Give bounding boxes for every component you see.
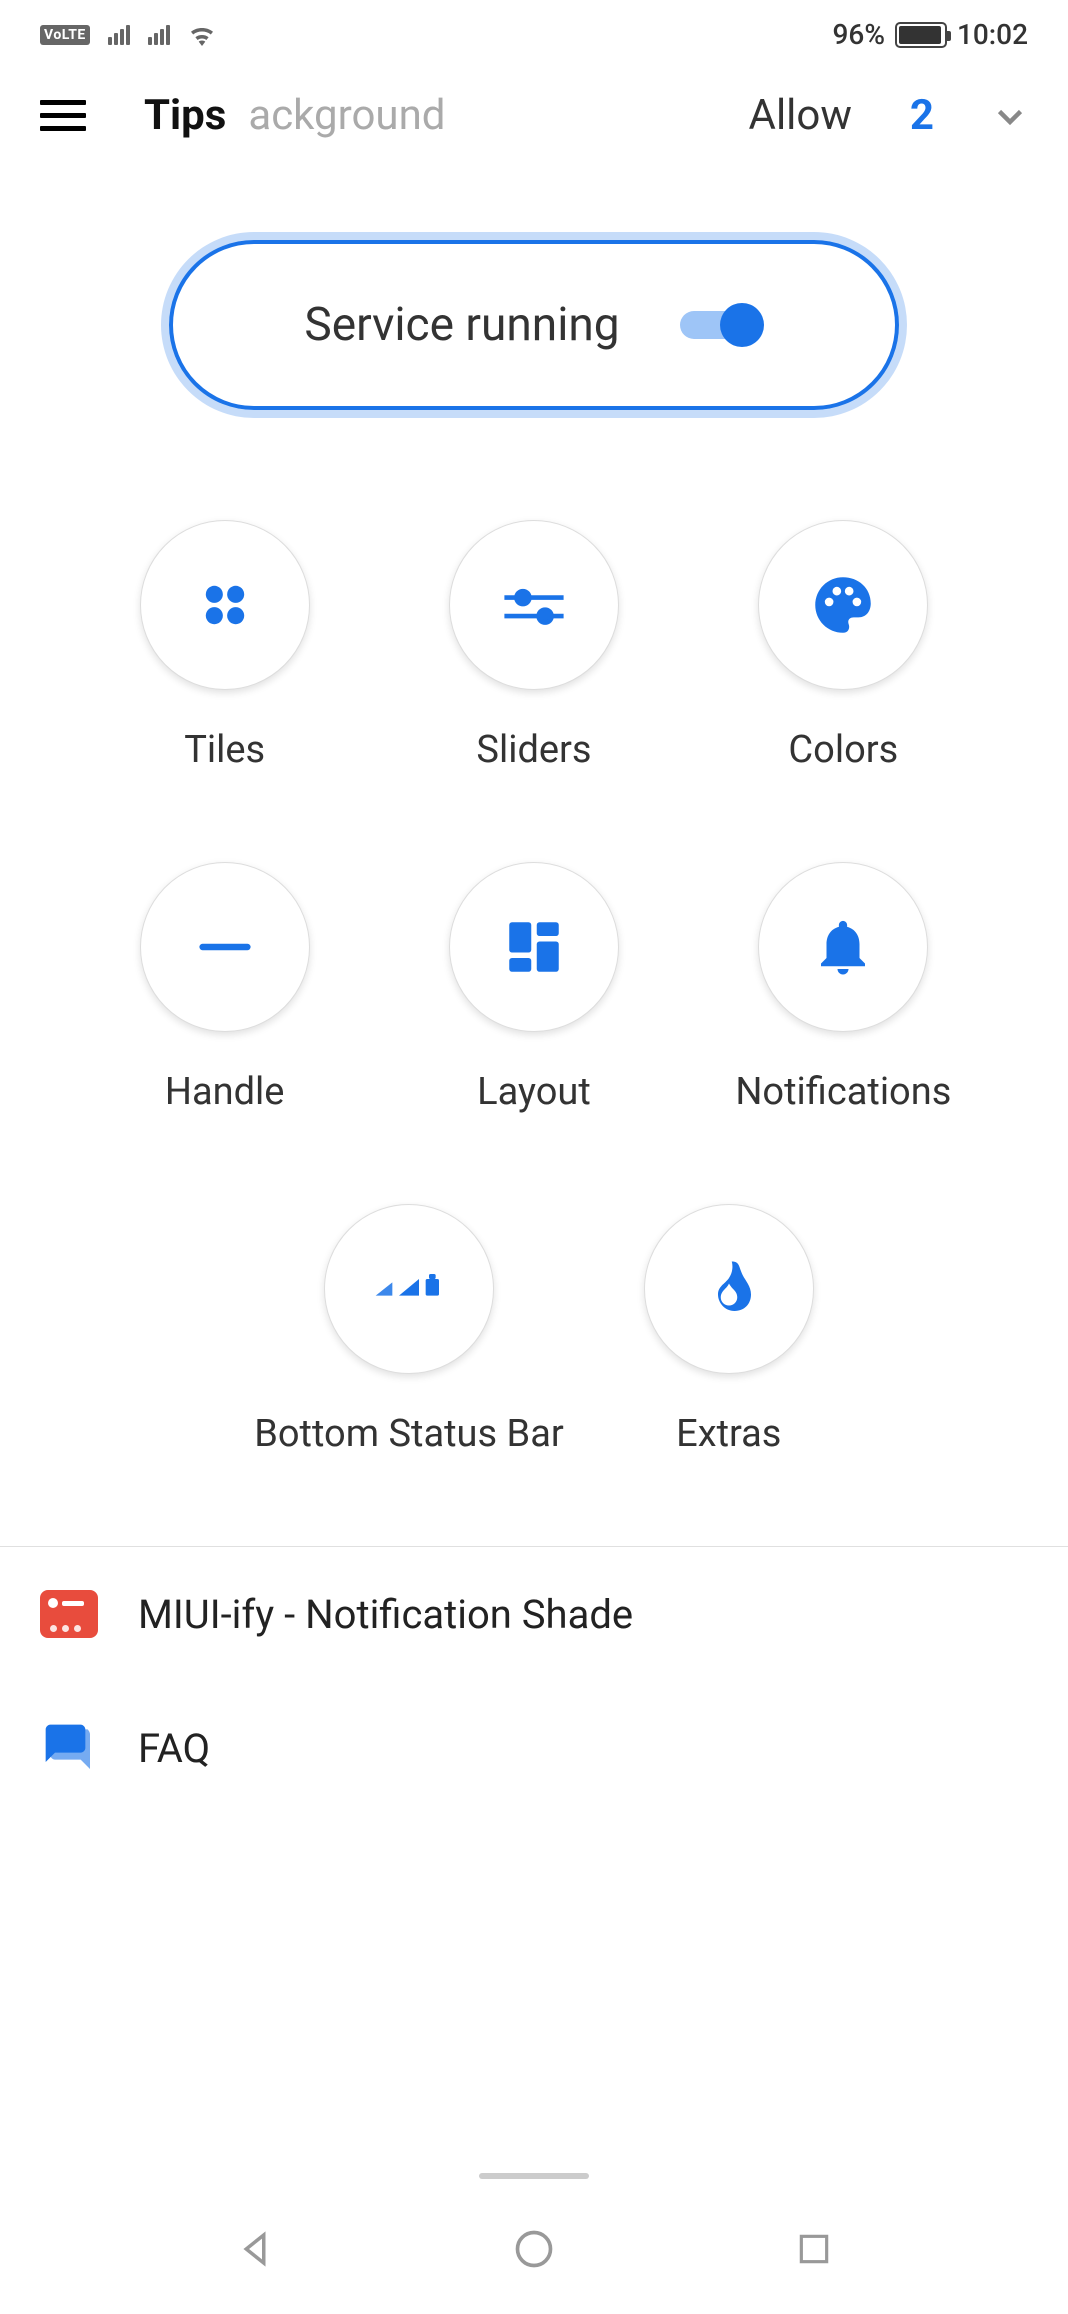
miui-icon xyxy=(40,1585,98,1643)
handle-icon xyxy=(140,862,310,1032)
extras-label: Extras xyxy=(676,1412,781,1456)
allow-label: Allow xyxy=(749,91,852,140)
volte-badge: VoLTE xyxy=(40,25,90,45)
layout-icon xyxy=(449,862,619,1032)
navigation-bar xyxy=(0,2184,1068,2314)
item-extras[interactable]: Extras xyxy=(644,1204,814,1456)
tiles-label: Tiles xyxy=(184,728,265,772)
faq-label: FAQ xyxy=(138,1725,210,1772)
tiles-icon xyxy=(140,520,310,690)
wifi-icon xyxy=(188,24,216,46)
item-colors[interactable]: Colors xyxy=(758,520,928,772)
handle-label: Handle xyxy=(165,1070,285,1114)
item-handle[interactable]: Handle xyxy=(140,862,310,1114)
clock: 10:02 xyxy=(957,18,1028,51)
home-button[interactable] xyxy=(509,2224,559,2274)
item-bottom-status-bar[interactable]: Bottom Status Bar xyxy=(254,1204,564,1456)
switch-thumb xyxy=(720,303,764,347)
chevron-down-icon[interactable] xyxy=(992,98,1028,134)
battery-icon xyxy=(895,22,947,48)
item-notifications[interactable]: Notifications xyxy=(735,862,951,1114)
status-left: VoLTE xyxy=(40,24,216,46)
service-label: Service running xyxy=(304,298,619,352)
status-bar-icon xyxy=(324,1204,494,1374)
settings-grid-row-3: Bottom Status Bar Extras xyxy=(0,1174,1068,1546)
menu-icon[interactable] xyxy=(40,100,86,131)
background-label-partial: ackground xyxy=(248,91,445,140)
signal-icon-2 xyxy=(148,25,170,45)
tips-label[interactable]: Tips xyxy=(144,91,226,140)
recents-button[interactable] xyxy=(789,2224,839,2274)
fire-icon xyxy=(644,1204,814,1374)
back-button[interactable] xyxy=(230,2224,280,2274)
sliders-label: Sliders xyxy=(476,728,591,772)
notifications-label: Notifications xyxy=(735,1070,951,1114)
gesture-handle xyxy=(479,2173,589,2179)
item-sliders[interactable]: Sliders xyxy=(449,520,619,772)
tips-count: 2 xyxy=(910,91,934,140)
colors-icon xyxy=(758,520,928,690)
signal-icon-1 xyxy=(108,25,130,45)
miui-label: MIUI-ify - Notification Shade xyxy=(138,1591,633,1638)
service-wrapper: Service running xyxy=(0,180,1068,490)
app-bar: Tips ackground Allow 2 xyxy=(0,61,1068,180)
bottom-status-bar-label: Bottom Status Bar xyxy=(254,1412,564,1456)
status-bar: VoLTE 96% 10:02 xyxy=(0,0,1068,61)
status-right: 96% 10:02 xyxy=(833,18,1029,51)
service-toggle[interactable] xyxy=(680,303,764,347)
item-tiles[interactable]: Tiles xyxy=(140,520,310,772)
colors-label: Colors xyxy=(788,728,898,772)
layout-label: Layout xyxy=(477,1070,591,1114)
bell-icon xyxy=(758,862,928,1032)
settings-grid: Tiles Sliders Colors Handle Layout Notif… xyxy=(0,490,1068,1174)
service-pill[interactable]: Service running xyxy=(169,240,899,410)
list-item-miui[interactable]: MIUI-ify - Notification Shade xyxy=(0,1547,1068,1681)
sliders-icon xyxy=(449,520,619,690)
item-layout[interactable]: Layout xyxy=(449,862,619,1114)
chat-icon xyxy=(40,1719,98,1777)
list-item-faq[interactable]: FAQ xyxy=(0,1681,1068,1815)
battery-percent: 96% xyxy=(833,18,885,51)
